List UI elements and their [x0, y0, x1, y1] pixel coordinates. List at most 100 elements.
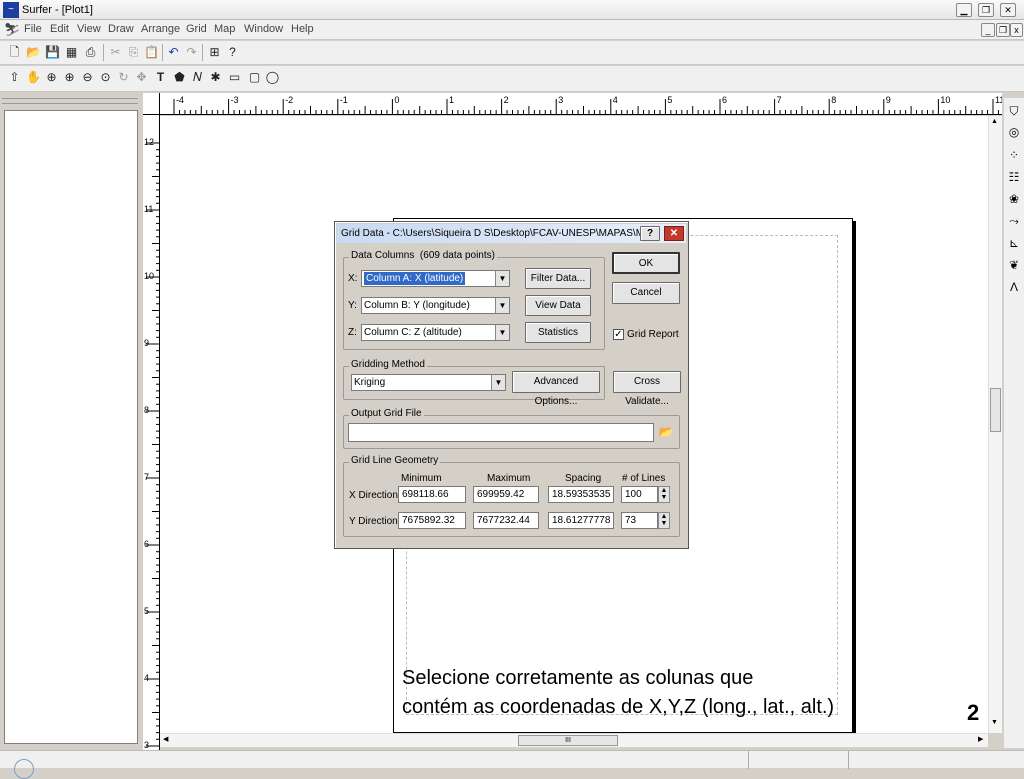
polygon-icon[interactable]: ⬟ — [171, 69, 188, 86]
grid-report-checkbox[interactable]: ✓ — [613, 329, 624, 340]
x-spacing-input[interactable]: 18.59353535 — [548, 486, 614, 503]
y-lines-input[interactable]: 73 — [621, 512, 658, 529]
scroll-up-icon[interactable]: ▲ — [991, 118, 998, 125]
surface-icon[interactable]: ❦ — [1006, 256, 1022, 274]
3d-view-icon[interactable]: Λ — [1006, 278, 1022, 296]
digitize-icon[interactable]: ✥ — [133, 69, 150, 86]
chevron-down-icon[interactable]: ▼ — [491, 375, 505, 390]
menu-edit[interactable]: Edit — [50, 23, 69, 35]
dialog-title-bar: Grid Data - C:\Users\Siqueira D S\Deskto… — [337, 224, 686, 243]
x-lines-input[interactable]: 100 — [621, 486, 658, 503]
x-maximum-input[interactable]: 699959.42 — [473, 486, 539, 503]
base-map-icon[interactable]: ⛉ — [1006, 102, 1022, 120]
menu-arrange[interactable]: Arrange — [141, 23, 180, 35]
menu-help[interactable]: Help — [291, 23, 314, 35]
open-folder-icon[interactable]: 📂 — [657, 423, 675, 442]
rectangle-icon[interactable]: ▭ — [226, 69, 243, 86]
ok-button[interactable]: OK — [612, 252, 680, 274]
vertical-scroll-thumb[interactable] — [990, 388, 1001, 432]
worksheet-icon[interactable]: ▦ — [63, 44, 80, 61]
dialog-help-button[interactable]: ? — [640, 226, 660, 241]
scroll-right-icon[interactable]: ▶ — [978, 735, 983, 743]
polyline-icon[interactable]: 𝑁 — [189, 69, 206, 86]
new-icon[interactable]: 🗋 — [6, 44, 23, 61]
statistics-button[interactable]: Statistics — [525, 322, 591, 343]
x-column-select[interactable]: Column A: X (latitude) ▼ — [361, 270, 510, 287]
image-map-icon[interactable]: ☷ — [1006, 168, 1022, 186]
view-data-button[interactable]: View Data — [525, 295, 591, 316]
symbol-icon[interactable]: ✱ — [207, 69, 224, 86]
ruler-label: -4 — [176, 95, 184, 105]
output-grid-input[interactable] — [348, 423, 654, 442]
x-minimum-input[interactable]: 698118.66 — [398, 486, 466, 503]
menu-map[interactable]: Map — [214, 23, 235, 35]
vector-map-icon[interactable]: ⤳ — [1006, 212, 1022, 230]
rotate-icon[interactable]: ↻ — [115, 69, 132, 86]
undo-icon[interactable]: ↶ — [165, 44, 182, 61]
zoom-page-icon[interactable]: ⊙ — [97, 69, 114, 86]
copy-icon[interactable]: ⎘ — [125, 44, 142, 61]
chevron-down-icon[interactable]: ▼ — [495, 298, 509, 313]
y-lines-spinner[interactable]: ▲ ▼ — [658, 512, 670, 529]
help-icon[interactable]: ? — [224, 44, 241, 61]
save-icon[interactable]: 💾 — [44, 44, 61, 61]
child-restore-button[interactable]: ❐ — [996, 23, 1010, 37]
properties-icon[interactable]: ⊞ — [206, 44, 223, 61]
zoom-realm-icon[interactable]: ⊕ — [61, 69, 78, 86]
open-icon[interactable]: 📂 — [25, 44, 42, 61]
post-map-icon[interactable]: ⁘ — [1006, 146, 1022, 164]
print-icon[interactable]: ⎙ — [82, 44, 99, 61]
dialog-close-button[interactable]: ✕ — [664, 226, 684, 241]
gridding-method-select[interactable]: Kriging ▼ — [351, 374, 506, 391]
contour-map-icon[interactable]: ◎ — [1006, 123, 1022, 141]
chevron-down-icon[interactable]: ▼ — [495, 271, 509, 286]
menu-draw[interactable]: Draw — [108, 23, 134, 35]
redo-icon[interactable]: ↷ — [183, 44, 200, 61]
object-manager-pane[interactable] — [4, 110, 138, 744]
status-bar — [0, 750, 1024, 779]
vertical-ruler-ticks: 12 11 10 9 8 7 6 5 4 3 — [144, 137, 160, 750]
minimize-button[interactable]: ▁ — [956, 3, 972, 17]
wireframe-icon[interactable]: ⊾ — [1006, 234, 1022, 252]
y-maximum-input[interactable]: 7677232.44 — [473, 512, 539, 529]
z-column-select[interactable]: Column C: Z (altitude) ▼ — [361, 324, 510, 341]
cut-icon[interactable]: ✂ — [107, 44, 124, 61]
output-grid-label: Output Grid File — [349, 408, 424, 419]
y-column-select[interactable]: Column B: Y (longitude) ▼ — [361, 297, 510, 314]
cancel-button[interactable]: Cancel — [612, 282, 680, 304]
ellipse-icon[interactable]: ◯ — [264, 69, 281, 86]
gridding-method-label: Gridding Method — [349, 359, 427, 370]
filter-data-button[interactable]: Filter Data... — [525, 268, 591, 289]
select-icon[interactable]: ⇧ — [6, 69, 23, 86]
shaded-relief-icon[interactable]: ❀ — [1006, 190, 1022, 208]
pan-icon[interactable]: ✋ — [25, 69, 42, 86]
menu-file[interactable]: File — [24, 23, 42, 35]
menu-grid[interactable]: Grid — [186, 23, 207, 35]
vertical-scrollbar[interactable]: ▲ ▼ — [988, 116, 1002, 733]
text-icon[interactable]: T — [152, 69, 169, 86]
scroll-down-icon[interactable]: ▼ — [991, 719, 998, 726]
horizontal-scroll-thumb[interactable]: III — [518, 735, 618, 746]
chevron-down-icon[interactable]: ▼ — [495, 325, 509, 340]
y-minimum-input[interactable]: 7675892.32 — [398, 512, 466, 529]
cross-validate-button[interactable]: Cross Validate... — [613, 371, 681, 407]
zoom-out-icon[interactable]: ⊖ — [79, 69, 96, 86]
ruler-label: 4 — [144, 673, 149, 683]
menu-view[interactable]: View — [77, 23, 101, 35]
x-lines-spinner[interactable]: ▲ ▼ — [658, 486, 670, 503]
advanced-options-button[interactable]: Advanced Options... — [512, 371, 600, 407]
paste-icon[interactable]: 📋 — [143, 44, 160, 61]
restore-button[interactable]: ❐ — [978, 3, 994, 17]
rounded-rect-icon[interactable]: ▢ — [246, 69, 263, 86]
document-icon[interactable]: ⛷ — [4, 22, 21, 38]
menu-window[interactable]: Window — [244, 23, 283, 35]
y-spacing-input[interactable]: 18.61277778 — [548, 512, 614, 529]
pane-grip[interactable] — [2, 98, 138, 104]
scroll-left-icon[interactable]: ◀ — [163, 735, 168, 743]
child-close-button[interactable]: x — [1010, 23, 1023, 37]
horizontal-scrollbar[interactable]: ◀ III ▶ — [160, 733, 988, 747]
child-minimize-button[interactable]: _ — [981, 23, 995, 37]
caption-line-2: contém as coordenadas de X,Y,Z (long., l… — [402, 696, 835, 718]
close-button[interactable]: ✕ — [1000, 3, 1016, 17]
zoom-in-icon[interactable]: ⊕ — [43, 69, 60, 86]
